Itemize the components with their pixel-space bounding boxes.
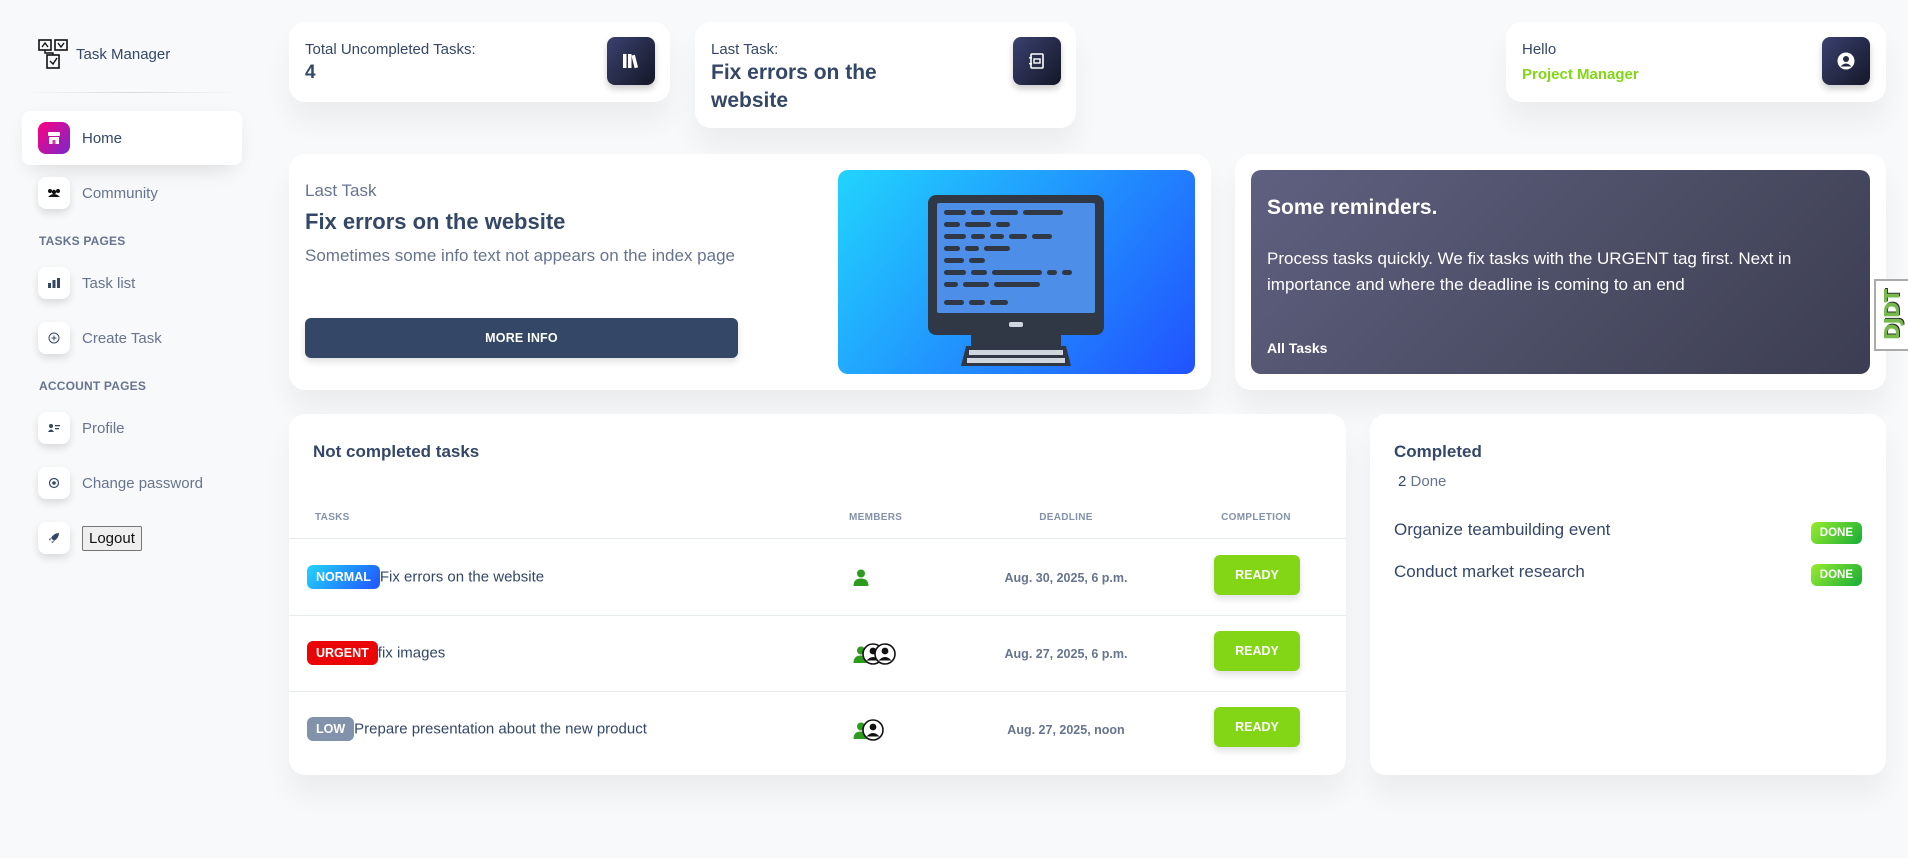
priority-tag: URGENT	[307, 641, 378, 665]
last-task-label: Last Task	[305, 181, 377, 200]
deadline: Aug. 27, 2025, noon	[1007, 723, 1125, 737]
task-cell: NORMAL Fix errors on the website	[307, 565, 544, 589]
logout-button[interactable]: Logout	[82, 525, 142, 551]
user-circle-icon[interactable]	[1822, 37, 1870, 85]
computer-illustration	[838, 170, 1195, 374]
account-section-heading: ACCOUNT PAGES	[39, 379, 147, 393]
members-cell	[852, 719, 884, 741]
divider	[22, 92, 242, 93]
done-badge: DONE	[1810, 564, 1862, 586]
completed-card: Completed 2 Done Organize teambuilding e…	[1370, 414, 1886, 775]
completed-count: 2 Done	[1398, 473, 1446, 490]
community-icon	[38, 177, 70, 209]
stat-value: 4	[305, 62, 316, 83]
reminders-text: Process tasks quickly. We fix tasks with…	[1267, 249, 1792, 294]
last-task-title: Fix errors on the website	[305, 209, 566, 234]
sidebar-item-home[interactable]: Home	[22, 111, 242, 165]
last-task-stat-card: Last Task: Fix errors on the website	[695, 22, 1076, 128]
task-name[interactable]: Fix errors on the website	[380, 569, 544, 586]
done-badge: DONE	[1810, 522, 1862, 544]
plus-circle-icon	[38, 322, 70, 354]
member-avatar-icon	[853, 569, 869, 586]
debug-toolbar-label: DJDT	[1880, 289, 1905, 341]
profile-card-icon	[38, 412, 70, 444]
sidebar-item-profile[interactable]: Profile	[22, 401, 242, 455]
members-cell	[852, 568, 870, 586]
completed-count-suffix: Done	[1410, 473, 1447, 490]
brand-name: Task Manager	[76, 45, 171, 63]
completed-count-number: 2	[1398, 473, 1407, 490]
deadline: Aug. 27, 2025, 6 p.m.	[1004, 647, 1128, 661]
sidebar-item-label: Change password	[82, 474, 203, 492]
member-avatar-icon	[874, 643, 896, 665]
last-task-description: Sometimes some info text not appears on …	[305, 246, 735, 265]
ready-button[interactable]: READY	[1214, 707, 1300, 747]
brand[interactable]: Task Manager	[22, 24, 242, 84]
key-icon	[38, 467, 70, 499]
task-manager-logo-icon	[38, 39, 68, 69]
shop-icon	[38, 122, 70, 154]
column-header-deadline: DEADLINE	[1039, 512, 1093, 523]
tasks-section-heading: TASKS PAGES	[39, 234, 126, 248]
not-completed-tasks-card: Not completed tasks TASKS MEMBERS DEADLI…	[289, 414, 1346, 775]
rocket-icon	[38, 522, 70, 554]
sidebar-item-task-list[interactable]: Task list	[22, 256, 242, 310]
sidebar-item-label: Profile	[82, 419, 125, 437]
all-tasks-link[interactable]: All Tasks	[1267, 340, 1327, 356]
sidebar-item-label: Community	[82, 184, 158, 202]
ready-button[interactable]: READY	[1214, 555, 1300, 595]
more-info-button[interactable]: MORE INFO	[305, 318, 738, 358]
task-cell: LOW Prepare presentation about the new pr…	[307, 717, 647, 741]
last-task-card: Last Task Fix errors on the website Some…	[289, 154, 1211, 390]
table-title: Not completed tasks	[313, 442, 480, 461]
uncompleted-tasks-card: Total Uncompleted Tasks: 4	[289, 22, 670, 102]
column-header-members: MEMBERS	[849, 512, 903, 523]
list-item: Conduct market research DONE	[1394, 562, 1862, 592]
books-icon	[607, 37, 655, 85]
stat-label: Last Task:	[711, 41, 779, 58]
stat-label: Total Uncompleted Tasks:	[305, 41, 476, 58]
sidebar-item-label: Create Task	[82, 329, 162, 347]
priority-tag: LOW	[307, 717, 355, 741]
task-cell: URGENT fix images	[307, 641, 445, 665]
list-item: Organize teambuilding event DONE	[1394, 520, 1862, 550]
task-name[interactable]: Prepare presentation about the new produ…	[354, 721, 647, 738]
stat-value: Fix errors on the website	[711, 61, 877, 112]
monitor-code-icon	[928, 195, 1104, 366]
table-row: LOW Prepare presentation about the new pr…	[289, 692, 1346, 768]
reminders-panel: Some reminders. Process tasks quickly. W…	[1251, 170, 1870, 374]
sidebar-item-label: Task list	[82, 274, 136, 292]
table-row: NORMAL Fix errors on the website Aug. 30,…	[289, 539, 1346, 615]
greeting-card: Hello Project Manager	[1506, 22, 1886, 102]
hello-label: Hello	[1522, 41, 1557, 58]
sidebar-item-community[interactable]: Community	[22, 166, 242, 220]
completed-task-name: Organize teambuilding event	[1394, 520, 1611, 539]
reminders-card: Some reminders. Process tasks quickly. W…	[1235, 154, 1886, 390]
sidebar-item-logout: Logout	[22, 511, 242, 565]
debug-toolbar-handle[interactable]: DJDT	[1874, 279, 1908, 351]
table-row: URGENT fix images Aug. 27, 2025, 6 p.m. R…	[289, 616, 1346, 691]
sidebar: Task Manager Home Community TASKS PAGES …	[22, 24, 242, 566]
completed-task-name: Conduct market research	[1394, 562, 1585, 581]
completed-title: Completed	[1394, 442, 1482, 461]
ready-button[interactable]: READY	[1214, 631, 1300, 671]
task-name[interactable]: fix images	[378, 645, 446, 662]
user-role: Project Manager	[1522, 66, 1639, 83]
member-avatar-icon	[862, 719, 884, 741]
priority-tag: NORMAL	[307, 565, 380, 589]
sidebar-item-label: Home	[82, 129, 123, 147]
members-cell	[852, 643, 896, 665]
sidebar-item-create-task[interactable]: Create Task	[22, 311, 242, 365]
notes-icon	[1013, 37, 1061, 85]
deadline: Aug. 30, 2025, 6 p.m.	[1004, 571, 1128, 585]
reminders-title: Some reminders.	[1267, 196, 1438, 219]
chart-bar-icon	[38, 267, 70, 299]
sidebar-item-change-password[interactable]: Change password	[22, 456, 242, 510]
column-header-tasks: TASKS	[315, 512, 350, 523]
column-header-completion: COMPLETION	[1221, 512, 1291, 523]
